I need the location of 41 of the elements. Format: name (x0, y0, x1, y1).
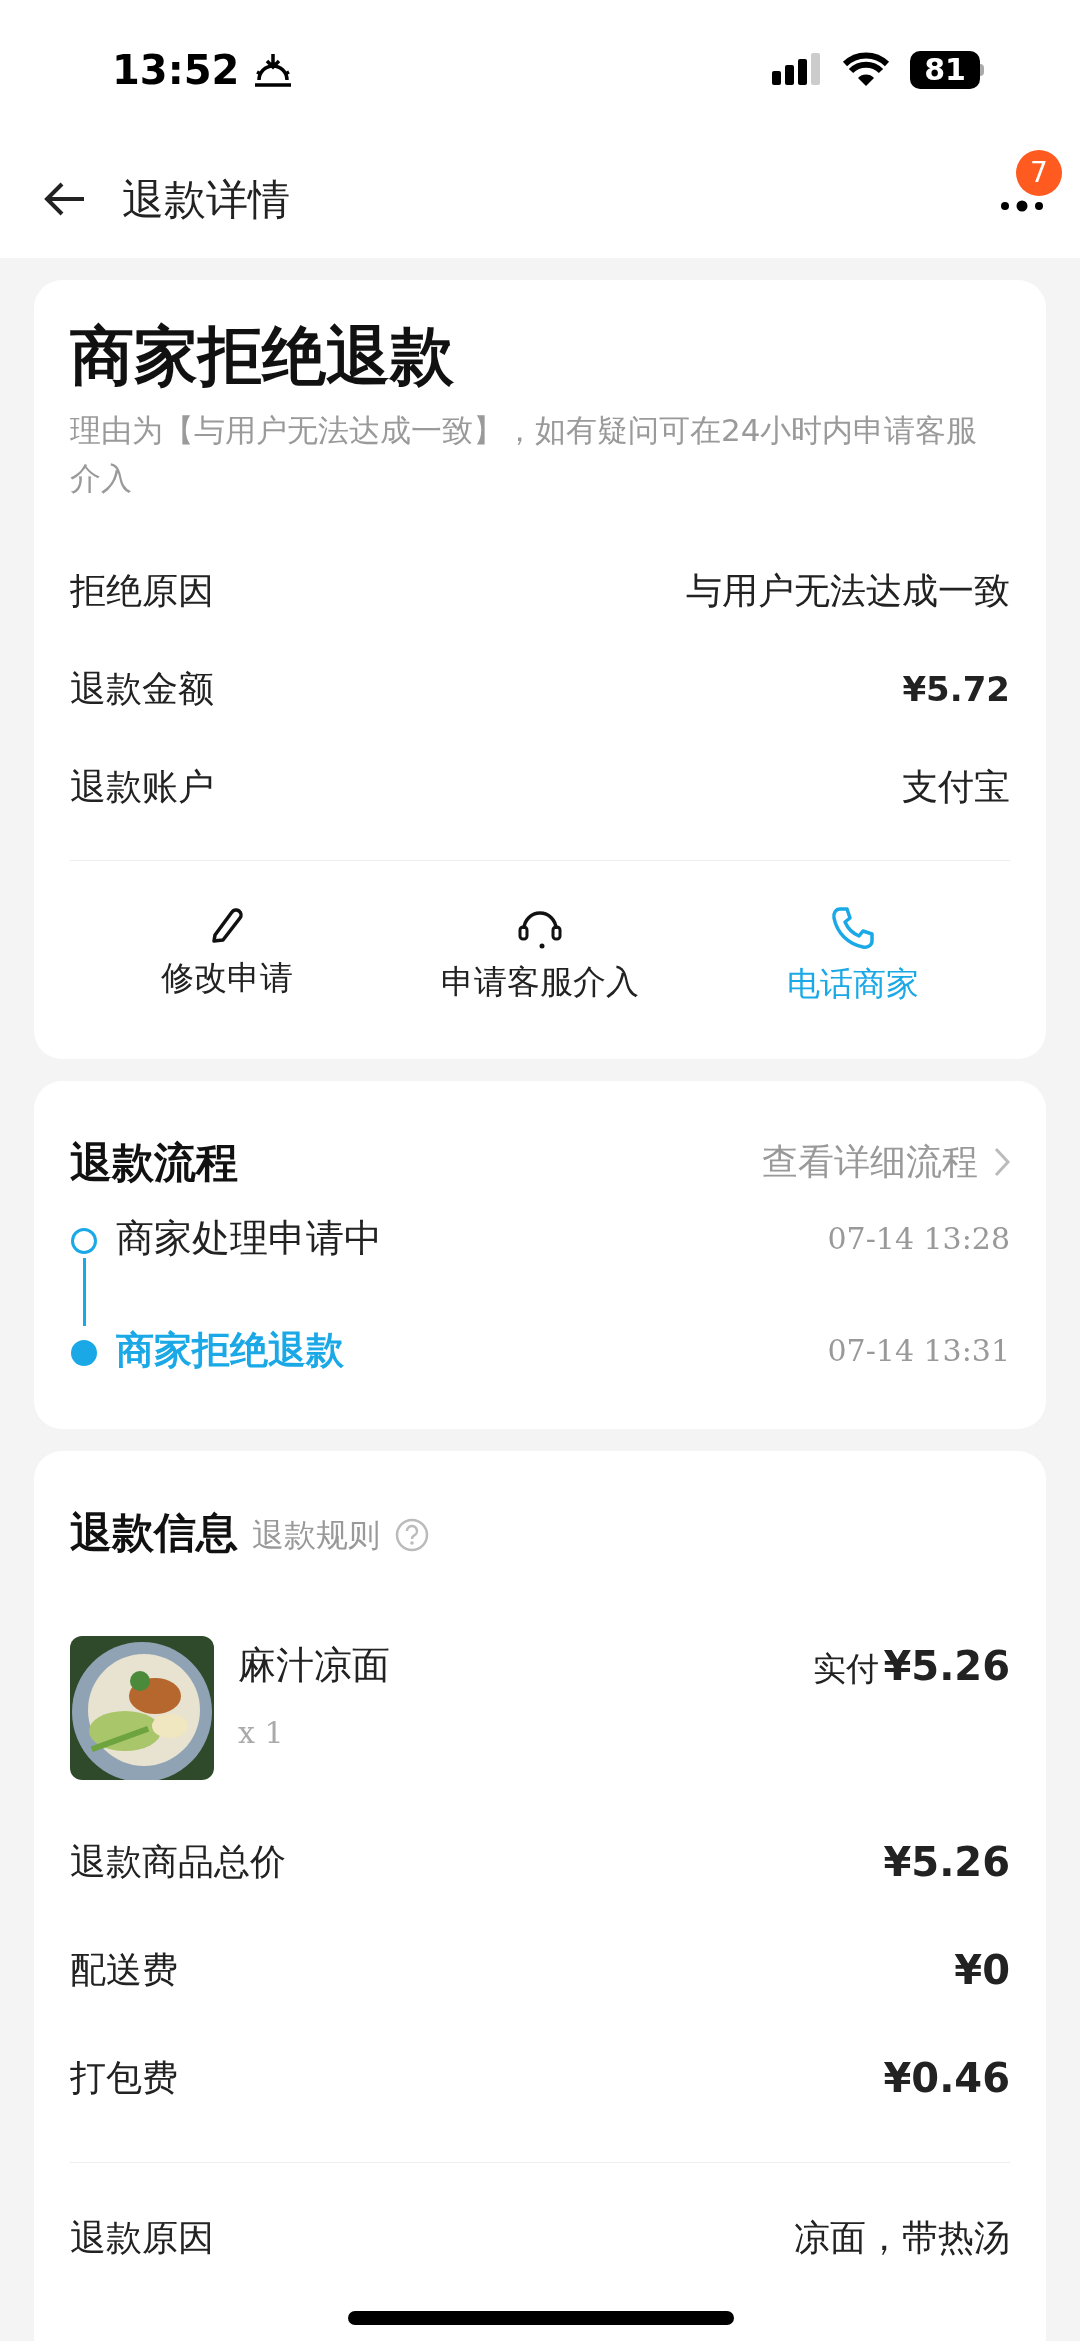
fee-label: 退款商品总价 (70, 1839, 286, 1884)
step-time: 07-14 13:28 (827, 1219, 1010, 1258)
step-time: 07-14 13:31 (827, 1331, 1010, 1370)
action-button[interactable]: 电话商家 (696, 905, 1010, 1009)
chevron-icon (994, 1147, 1010, 1177)
paid-amount: ¥5.26 (883, 1641, 1010, 1691)
wifi-icon (842, 52, 890, 88)
step-label: 商家拒绝退款 (116, 1326, 344, 1374)
fee-value: ¥0 (954, 1945, 1010, 1995)
battery-level: 81 (924, 55, 966, 85)
section-title: 退款流程 (70, 1136, 238, 1189)
phone-icon (830, 905, 877, 951)
reason-label: 退款原因 (70, 2215, 214, 2260)
status-heading: 商家拒绝退款 (70, 318, 455, 395)
action-button[interactable]: 申请客服介入 (383, 905, 697, 1009)
status-time: 13:52 (112, 46, 240, 95)
fee-label: 配送费 (70, 1947, 178, 1992)
item-quantity: x 1 (238, 1713, 284, 1752)
reason-value: 凉面，带热汤 (794, 2215, 1010, 2260)
row-label: 退款金额 (70, 667, 214, 711)
paid-label: 实付 (813, 1647, 880, 1690)
back-icon[interactable] (44, 181, 86, 217)
step-label: 商家处理申请中 (116, 1214, 382, 1262)
refund-rules-link[interactable]: 退款规则 (252, 1511, 380, 1559)
fee-value: ¥0.46 (883, 2053, 1010, 2103)
item-name: 麻汁凉面 (238, 1642, 390, 1689)
view-details-link[interactable]: 查看详细流程 (762, 1135, 1010, 1189)
action-button[interactable]: 修改申请 (70, 905, 384, 1009)
row-value: 与用户无法达成一致 (686, 569, 1010, 613)
row-label: 拒绝原因 (70, 569, 214, 613)
more-icon[interactable] (1000, 200, 1044, 212)
page-title: 退款详情 (122, 173, 290, 226)
status-note: 理由为【与用户无法达成一致】，如有疑问可在24小时内申请客服介入 (70, 411, 979, 498)
signal-icon (772, 53, 822, 87)
row-label: 退款账户 (70, 765, 214, 809)
section-title: 退款信息 (70, 1506, 238, 1559)
row-value: 支付宝 (902, 765, 1010, 809)
fee-label: 打包费 (70, 2055, 178, 2100)
row-value: ¥5.72 (902, 667, 1010, 711)
fee-value: ¥5.26 (883, 1837, 1010, 1887)
notification-badge: 7 (1016, 150, 1062, 196)
